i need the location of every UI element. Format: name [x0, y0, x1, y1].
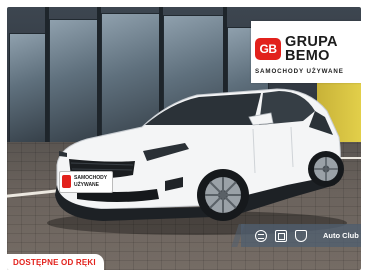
dealer-logo: GB GRUPA BEMO SAMOCHODY UŻYWANE	[251, 21, 361, 83]
availability-badge: DOSTĘPNE OD RĘKI	[7, 254, 104, 270]
showroom-window	[9, 33, 47, 143]
logo-line2: BEMO	[285, 48, 330, 64]
opel-logo-icon	[275, 229, 287, 242]
license-plate: SAMOCHODY UŻYWANE	[59, 171, 113, 193]
car-kia-xceed	[47, 88, 347, 235]
citroen-logo-icon	[255, 229, 267, 242]
logo-mark: GB	[255, 38, 281, 60]
plate-line1: SAMOCHODY	[74, 175, 108, 181]
listing-photo[interactable]: SAMOCHODY UŻYWANE GB GRUPA BEMO SAMOCHOD…	[7, 7, 361, 270]
availability-text: DOSTĘPNE OD RĘKI	[13, 257, 96, 267]
plate-logo-icon	[62, 175, 71, 188]
plate-line2: UŻYWANE	[74, 182, 99, 188]
auto-club-banner: Auto Club	[231, 224, 361, 247]
peugeot-logo-icon	[295, 229, 307, 242]
auto-club-label: Auto Club	[323, 231, 359, 240]
logo-tagline: SAMOCHODY UŻYWANE	[255, 68, 344, 75]
